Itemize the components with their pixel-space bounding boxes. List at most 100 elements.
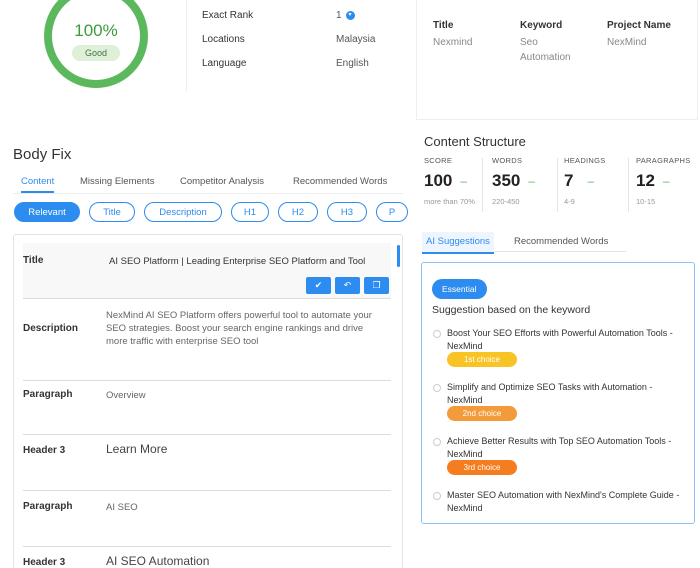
metric-value: 12 –: [636, 171, 698, 191]
check-icon[interactable]: ✔: [306, 277, 331, 294]
suggestion-text: Master SEO Automation with NexMind's Com…: [447, 490, 680, 513]
radio-button[interactable]: [433, 384, 441, 392]
tab-missing-elements[interactable]: Missing Elements: [80, 176, 154, 191]
row-label: Header 3: [23, 557, 66, 568]
metric-paragraphs: PARAGRAPHS 12 – 10-15: [636, 156, 698, 214]
body-fix-title: Body Fix: [13, 146, 72, 163]
choice-badge: 2nd choice: [447, 406, 517, 421]
suggestion-tabs: AI Suggestions Recommended Words: [422, 232, 626, 254]
metric-range: 10-15: [636, 197, 656, 206]
metric-value: 350 –: [492, 171, 552, 191]
undo-icon[interactable]: ↶: [335, 277, 360, 294]
metric-number: 7: [564, 171, 574, 190]
tab-recommended-words[interactable]: Recommended Words: [293, 176, 387, 191]
metric-label: WORDS: [492, 156, 523, 165]
filter-p[interactable]: P: [376, 202, 408, 222]
content-row-paragraph[interactable]: Paragraph Overview: [23, 381, 391, 435]
row-value: NexMind AI SEO Platform offers powerful …: [106, 310, 372, 347]
rank-label: Exact Rank: [202, 10, 254, 21]
metric-words: WORDS 350 – 220-450: [492, 156, 552, 214]
metric-headings: HEADINGS 7 – 4-9: [564, 156, 624, 214]
metric-divider: [482, 158, 483, 212]
row-label: Header 3: [23, 445, 66, 456]
project-col-header: Keyword: [520, 20, 563, 31]
metric-range: more than 70%: [424, 197, 475, 206]
rank-row-locations: Locations Malaysia: [200, 32, 400, 56]
tab-recommended-words[interactable]: Recommended Words: [514, 236, 608, 247]
rank-row-exact-rank: Exact Rank 1 ▾: [200, 8, 400, 32]
body-fix-tabs: Content Missing Elements Competitor Anal…: [13, 176, 403, 194]
row-value: AI SEO Automation: [106, 554, 210, 568]
radio-button[interactable]: [433, 492, 441, 500]
filter-h2[interactable]: H2: [278, 202, 318, 222]
project-info-card: Title Nexmind Keyword Seo Automation Pro…: [416, 0, 698, 120]
project-col-project-name: Project Name NexMind: [607, 20, 697, 50]
filter-h1[interactable]: H1: [231, 202, 269, 222]
project-col-value: Seo Automation: [520, 37, 571, 63]
filter-title[interactable]: Title: [89, 202, 135, 222]
content-row-header3[interactable]: Header 3 AI SEO Automation: [23, 547, 391, 568]
body-fix-content-panel: Title AI SEO Platform | Leading Enterpri…: [13, 234, 403, 568]
project-col-value: Nexmind: [433, 37, 473, 48]
essential-badge: Essential: [432, 279, 487, 299]
metric-label: PARAGRAPHS: [636, 156, 691, 165]
suggestion-text: Achieve Better Results with Top SEO Auto…: [447, 436, 672, 459]
rank-info-table: Exact Rank 1 ▾ Locations Malaysia Langua…: [200, 8, 400, 80]
metric-value: 7 –: [564, 171, 624, 191]
suggestion-item[interactable]: Boost Your SEO Efforts with Powerful Aut…: [432, 327, 690, 371]
rank-label: Language: [202, 58, 247, 69]
project-col-value: NexMind: [607, 37, 647, 48]
row-value: Overview: [106, 390, 146, 401]
radio-button[interactable]: [433, 330, 441, 338]
metric-range: 220-450: [492, 197, 520, 206]
rank-value: 1 ▾: [336, 10, 355, 21]
content-row-paragraph[interactable]: Paragraph AI SEO: [23, 491, 391, 547]
tab-content[interactable]: Content: [21, 176, 55, 193]
scrollbar[interactable]: [397, 245, 400, 267]
filter-description[interactable]: Description: [144, 202, 222, 222]
metric-divider: [557, 158, 558, 212]
metric-number: 100: [424, 171, 453, 190]
suggestion-item[interactable]: Master SEO Automation with NexMind's Com…: [432, 489, 690, 519]
rank-label: Locations: [202, 34, 245, 45]
top-divider: [186, 0, 187, 92]
row-label: Description: [23, 323, 79, 334]
status-dash: –: [662, 174, 670, 188]
status-dash: –: [460, 174, 468, 188]
status-dash: –: [528, 174, 536, 188]
tab-ai-suggestions[interactable]: AI Suggestions: [422, 232, 494, 254]
metric-number: 12: [636, 171, 655, 190]
row-label: Paragraph: [23, 501, 73, 512]
score-gauge: 100% Good: [44, 0, 148, 88]
radio-button[interactable]: [433, 438, 441, 446]
metric-score: SCORE 100 – more than 70%: [424, 156, 478, 214]
rank-row-language: Language English: [200, 56, 400, 80]
suggestion-text: Boost Your SEO Efforts with Powerful Aut…: [447, 328, 673, 351]
chevron-down-icon[interactable]: ▾: [345, 11, 355, 20]
content-row-header3[interactable]: Header 3 Learn More: [23, 435, 391, 491]
filter-relevant[interactable]: Relevant: [14, 202, 80, 222]
exact-rank-value: 1: [336, 10, 342, 21]
content-row-description[interactable]: Description NexMind AI SEO Platform offe…: [23, 301, 391, 381]
row-label: Title: [23, 255, 44, 266]
row-label: Paragraph: [23, 389, 73, 400]
project-col-header: Title: [433, 20, 454, 31]
suggestion-heading: Suggestion based on the keyword: [432, 304, 591, 316]
row-value: Learn More: [106, 442, 168, 456]
metric-divider: [628, 158, 629, 212]
metric-label: HEADINGS: [564, 156, 606, 165]
project-col-title: Title Nexmind: [433, 20, 513, 50]
tab-competitor-analysis[interactable]: Competitor Analysis: [180, 176, 264, 191]
copy-icon[interactable]: ❐: [364, 277, 389, 294]
choice-badge: 3rd choice: [447, 460, 517, 475]
suggestion-text: Simplify and Optimize SEO Tasks with Aut…: [447, 382, 653, 405]
metric-label: SCORE: [424, 156, 453, 165]
choice-badge: 1st choice: [447, 352, 517, 367]
filter-h3[interactable]: H3: [327, 202, 367, 222]
status-dash: –: [587, 174, 595, 188]
rank-value: English: [336, 58, 369, 69]
project-col-header: Project Name: [607, 20, 671, 31]
suggestion-item[interactable]: Achieve Better Results with Top SEO Auto…: [432, 435, 690, 479]
suggestion-item[interactable]: Simplify and Optimize SEO Tasks with Aut…: [432, 381, 690, 425]
content-row-title[interactable]: Title AI SEO Platform | Leading Enterpri…: [23, 243, 391, 299]
